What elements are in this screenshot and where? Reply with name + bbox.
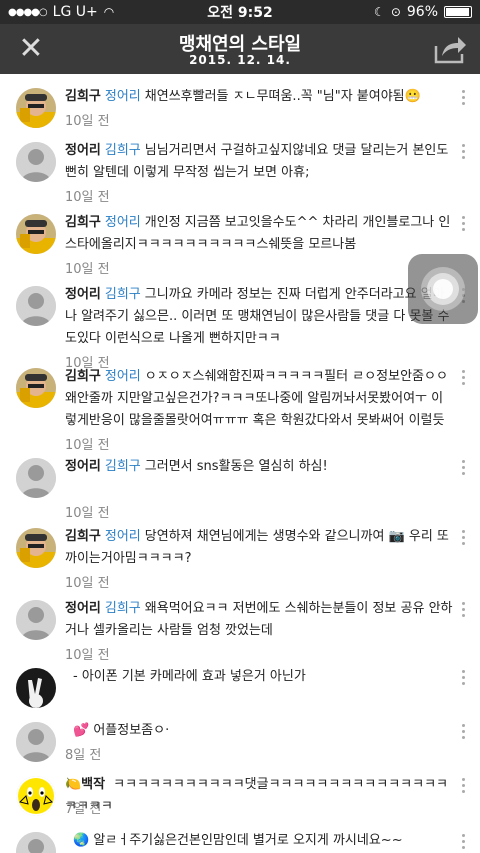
comment-body: 🌏 알ㄹㅓ주기싫은건본인맘인데 별거로 오지게 까시네요~~ xyxy=(73,833,403,848)
comment-body: 💕 어플정보좀ㅇ· xyxy=(73,723,170,738)
wifi-icon: ◠ xyxy=(103,5,115,19)
comment-text-block: 김희구 정어리 당연하져 채연님에게는 생명수와 같으니까여 📷 우리 또 까이는거… xyxy=(65,526,454,570)
comment-timestamp: 10일 전 xyxy=(65,438,110,453)
avatar[interactable] xyxy=(16,832,56,853)
carrier-label: LG U+ xyxy=(52,4,98,20)
assistive-touch-button[interactable] xyxy=(408,254,478,324)
avatar[interactable] xyxy=(16,214,56,254)
assistive-ring-inner xyxy=(433,279,453,299)
comment-text-block: - 아이폰 기본 카메라에 효과 넣은거 아닌가 xyxy=(65,666,454,688)
status-bar: ●●●●○ LG U+ ◠ 오전 9:52 ☾ ⊙ 96% xyxy=(0,0,480,24)
avatar[interactable] xyxy=(16,722,56,762)
avatar[interactable] xyxy=(16,776,56,816)
status-right: ☾ ⊙ 96% xyxy=(374,4,472,20)
comment-timestamp: 7일 전 xyxy=(65,802,102,817)
avatar[interactable] xyxy=(16,600,56,640)
comment-author[interactable]: 김희구 xyxy=(65,529,101,544)
comment-body: - 아이폰 기본 카메라에 효과 넣은거 아닌가 xyxy=(73,669,306,684)
comment-author[interactable]: 정어리 xyxy=(65,143,101,158)
avatar[interactable] xyxy=(16,528,56,568)
comment-author[interactable]: 정어리 xyxy=(65,601,101,616)
comment-text-block: 정어리 김희구 왜욕먹어요ㅋㅋ 저번에도 스쉐하는분들이 정보 공유 안하거나 셀카… xyxy=(65,598,454,642)
more-options-icon[interactable] xyxy=(460,370,466,388)
signal-icon: ●●●●○ xyxy=(8,6,48,18)
navigation-bar: ✕ 맹채연의 스타일 2015. 12. 14. xyxy=(0,24,480,74)
comment-timestamp: 8일 전 xyxy=(65,748,102,763)
comment-mention[interactable]: 정어리 xyxy=(105,529,141,544)
avatar[interactable] xyxy=(16,458,56,498)
comment-text-block: 🍋백작 ㅋㅋㅋㅋㅋㅋㅋㅋㅋㅋㅋ댓글ㅋㅋㅋㅋㅋㅋㅋㅋㅋㅋㅋㅋㅋㅋㅋㅋㅋㅋㅋ xyxy=(65,774,454,818)
avatar[interactable] xyxy=(16,286,56,326)
comment-mention[interactable]: 김희구 xyxy=(105,601,141,616)
more-options-icon[interactable] xyxy=(460,778,466,796)
comment-body: ㅋㅋㅋㅋㅋㅋㅋㅋㅋㅋㅋ댓글ㅋㅋㅋㅋㅋㅋㅋㅋㅋㅋㅋㅋㅋㅋㅋㅋㅋㅋㅋ xyxy=(65,777,448,814)
comment-mention[interactable]: 정어리 xyxy=(105,369,141,384)
comment-author[interactable]: 김희구 xyxy=(65,89,101,104)
rotation-lock-icon: ⊙ xyxy=(390,5,401,19)
moon-icon: ☾ xyxy=(374,5,385,19)
comment-mention[interactable]: 김희구 xyxy=(105,143,141,158)
comment-mention[interactable]: 정어리 xyxy=(105,215,141,230)
comment-timestamp: 10일 전 xyxy=(65,576,110,591)
more-options-icon[interactable] xyxy=(460,90,466,108)
comment-mention[interactable]: 김희구 xyxy=(105,287,141,302)
comment-timestamp: 10일 전 xyxy=(65,190,110,205)
avatar[interactable] xyxy=(16,668,56,708)
more-options-icon[interactable] xyxy=(460,834,466,852)
comment-timestamp: 10일 전 xyxy=(65,648,110,663)
battery-percent: 96% xyxy=(406,4,438,20)
comment-text-block: 정어리 김희구 그러면서 sns활동은 열심히 하심! xyxy=(65,456,454,478)
comment-mention[interactable]: 김희구 xyxy=(105,459,141,474)
comment-timestamp: 10일 전 xyxy=(65,262,110,277)
comment-list: 김희구 정어리 채연쓰후빨러들 ㅈㄴ무뗘움..꼭 "님"자 붙여야됨😬 10일 전 정어… xyxy=(0,74,480,853)
comment-text-block: 정어리 김희구 님님거리면서 구걸하고싶지않네요 댓글 달리는거 본인도 뻔히 알텐… xyxy=(65,140,454,184)
share-icon[interactable] xyxy=(432,32,468,66)
comment-text-block: 김희구 정어리 채연쓰후빨러들 ㅈㄴ무뗘움..꼭 "님"자 붙여야됨😬 xyxy=(65,86,454,108)
comment-body: 그러면서 sns활동은 열심히 하심! xyxy=(144,459,328,474)
avatar[interactable] xyxy=(16,142,56,182)
comment-text-block: 김희구 정어리 개인정 지금쯤 보고잇을수도^^ 차라리 개인블로그나 인스타에올리… xyxy=(65,212,454,256)
comment-text-block: 김희구 정어리 ㅇㅈㅇㅈ스쉐왜함진짜ㅋㅋㅋㅋㅋ필터 ㄹㅇ정보안줌ㅇㅇ왜안줄까 지만알… xyxy=(65,366,454,432)
comment-author[interactable]: 정어리 xyxy=(65,459,101,474)
comment-text-block: 🌏 알ㄹㅓ주기싫은건본인맘인데 별거로 오지게 까시네요~~ xyxy=(65,830,454,852)
more-options-icon[interactable] xyxy=(460,724,466,742)
status-left: ●●●●○ LG U+ ◠ xyxy=(8,4,114,20)
comment-author[interactable]: 🍋백작 xyxy=(65,777,105,792)
post-date: 2015. 12. 14. xyxy=(189,53,291,67)
comment-author[interactable]: 김희구 xyxy=(65,369,101,384)
comment-timestamp: 10일 전 xyxy=(65,506,110,521)
comment-timestamp: 10일 전 xyxy=(65,114,110,129)
avatar[interactable] xyxy=(16,368,56,408)
more-options-icon[interactable] xyxy=(460,530,466,548)
comment-author[interactable]: 정어리 xyxy=(65,287,101,302)
more-options-icon[interactable] xyxy=(460,144,466,162)
comment-author[interactable]: 김희구 xyxy=(65,215,101,230)
avatar[interactable] xyxy=(16,88,56,128)
more-options-icon[interactable] xyxy=(460,216,466,234)
more-options-icon[interactable] xyxy=(460,670,466,688)
more-options-icon[interactable] xyxy=(460,602,466,620)
more-options-icon[interactable] xyxy=(460,460,466,478)
comment-mention[interactable]: 정어리 xyxy=(105,89,141,104)
battery-icon xyxy=(444,6,472,18)
comment-text-block: 정어리 김희구 그니까요 카메라 정보는 진짜 더럽게 안주더라고요 얼마나 알려주… xyxy=(65,284,454,350)
comment-body: 채연쓰후빨러들 ㅈㄴ무뗘움..꼭 "님"자 붙여야됨😬 xyxy=(144,89,421,104)
comment-text-block: 💕 어플정보좀ㅇ· xyxy=(65,720,454,742)
